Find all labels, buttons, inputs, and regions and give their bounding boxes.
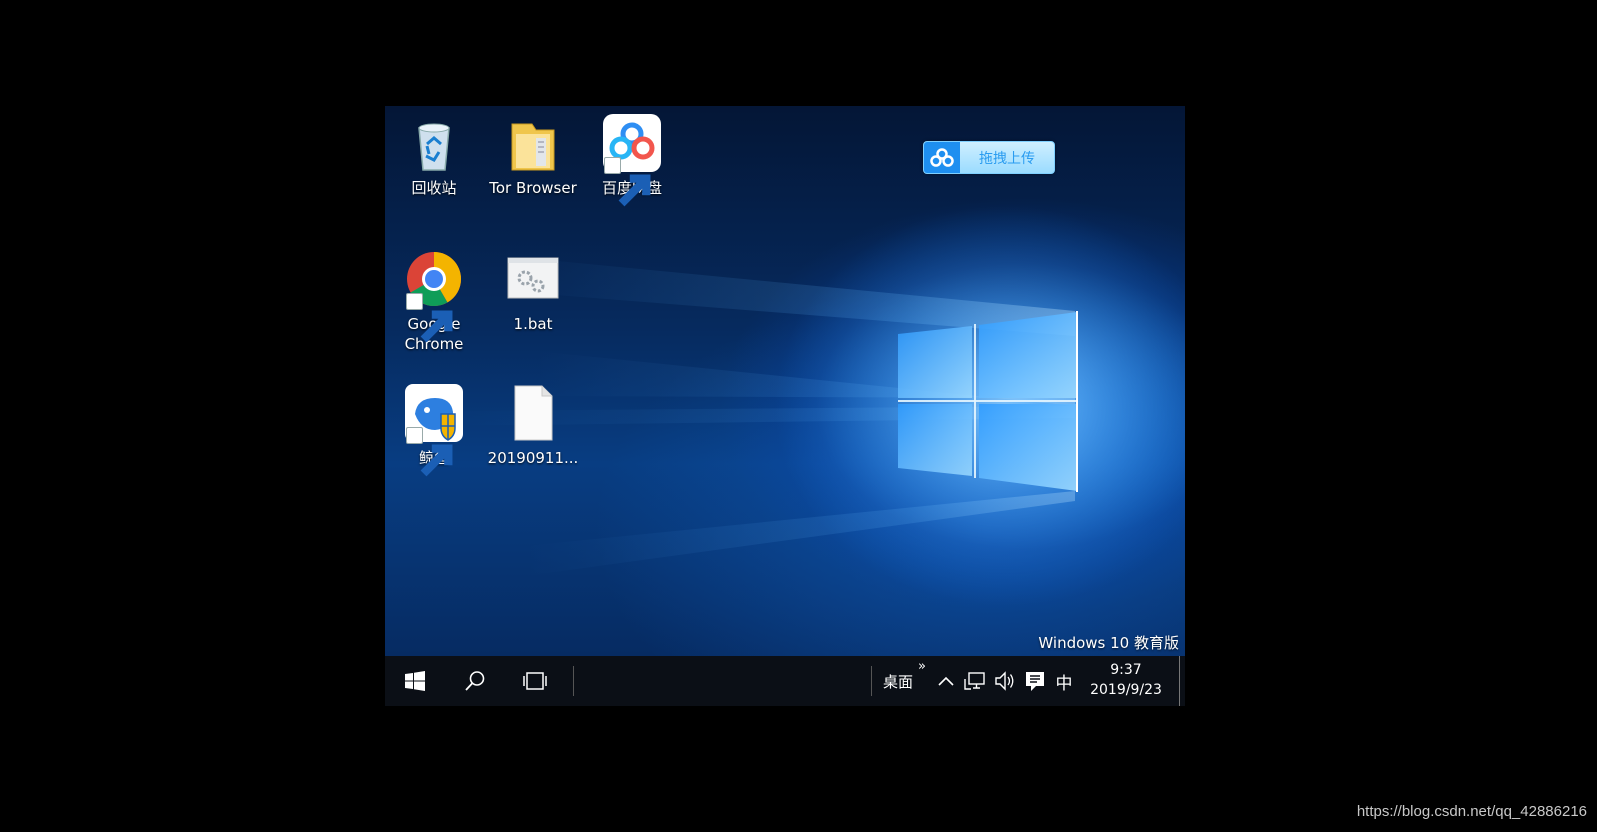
show-desktop-button[interactable] [1179,656,1180,706]
remote-desktop-screen: 回收站 Tor Browser 百度网盘 Google Chrome 1.bat… [385,106,1185,706]
ime-indicator[interactable]: 中 [1050,656,1078,706]
drag-upload-label: 拖拽上传 [979,150,1035,167]
volume-button[interactable] [991,656,1019,706]
desktop-icon-google-chrome[interactable]: Google Chrome [388,250,480,354]
search-button[interactable] [445,656,505,706]
batch-file-icon [507,257,559,299]
taskbar-clock[interactable]: 9:37 2019/9/23 [1081,660,1171,700]
desktop-icon-tor-browser[interactable]: Tor Browser [487,114,579,198]
page-watermark: https://blog.csdn.net/qq_42886216 [1356,803,1587,820]
task-view-button[interactable] [505,656,565,706]
desktop-toolbar-label[interactable]: 桌面 [877,656,919,706]
desktop-icon-label: 1.bat [513,315,553,333]
taskbar: 桌面 » 中 9:37 2019/9/23 [385,656,1185,706]
windows-logo-icon [405,671,425,691]
desktop-icon-1-bat[interactable]: 1.bat [487,250,579,334]
tray-expand-button[interactable] [933,656,959,706]
clock-date: 2019/9/23 [1090,682,1162,698]
search-icon [465,671,485,691]
toolbar-overflow-icon[interactable]: » [915,656,929,676]
desktop-icon-recycle-bin[interactable]: 回收站 [388,114,480,198]
baidu-cloud-icon [924,142,960,173]
recycle-bin-icon [418,123,450,171]
task-view-icon [523,672,547,690]
network-icon [964,672,985,690]
taskbar-divider [573,666,574,696]
desktop-icon-label: 回收站 [411,179,457,197]
taskbar-divider [871,666,872,696]
desktop-icon-20190911-file[interactable]: 20190911... [487,384,579,468]
baidu-drag-upload-widget[interactable]: 拖拽上传 [923,141,1055,174]
folder-icon [511,123,555,171]
action-center-icon [1026,672,1044,691]
desktop[interactable]: 回收站 Tor Browser 百度网盘 Google Chrome 1.bat… [385,106,1185,656]
chevron-up-icon [938,676,954,686]
desktop-icon-label: Tor Browser [489,179,577,197]
start-button[interactable] [385,656,445,706]
clock-time: 9:37 [1110,662,1142,678]
speaker-icon [995,671,1014,691]
shortcut-arrow-icon [406,427,453,477]
network-button[interactable] [961,656,989,706]
desktop-icon-baidu-netdisk[interactable]: 百度网盘 [586,114,678,207]
shortcut-arrow-icon [406,293,453,343]
action-center-button[interactable] [1021,656,1049,706]
windows-edition-watermark: Windows 10 教育版 [1038,634,1179,652]
blank-file-icon [514,385,553,441]
desktop-icon-label: 20190911... [487,449,579,467]
desktop-icon-whale[interactable]: 鲸鱼 [388,384,480,477]
shortcut-arrow-icon [604,157,651,207]
